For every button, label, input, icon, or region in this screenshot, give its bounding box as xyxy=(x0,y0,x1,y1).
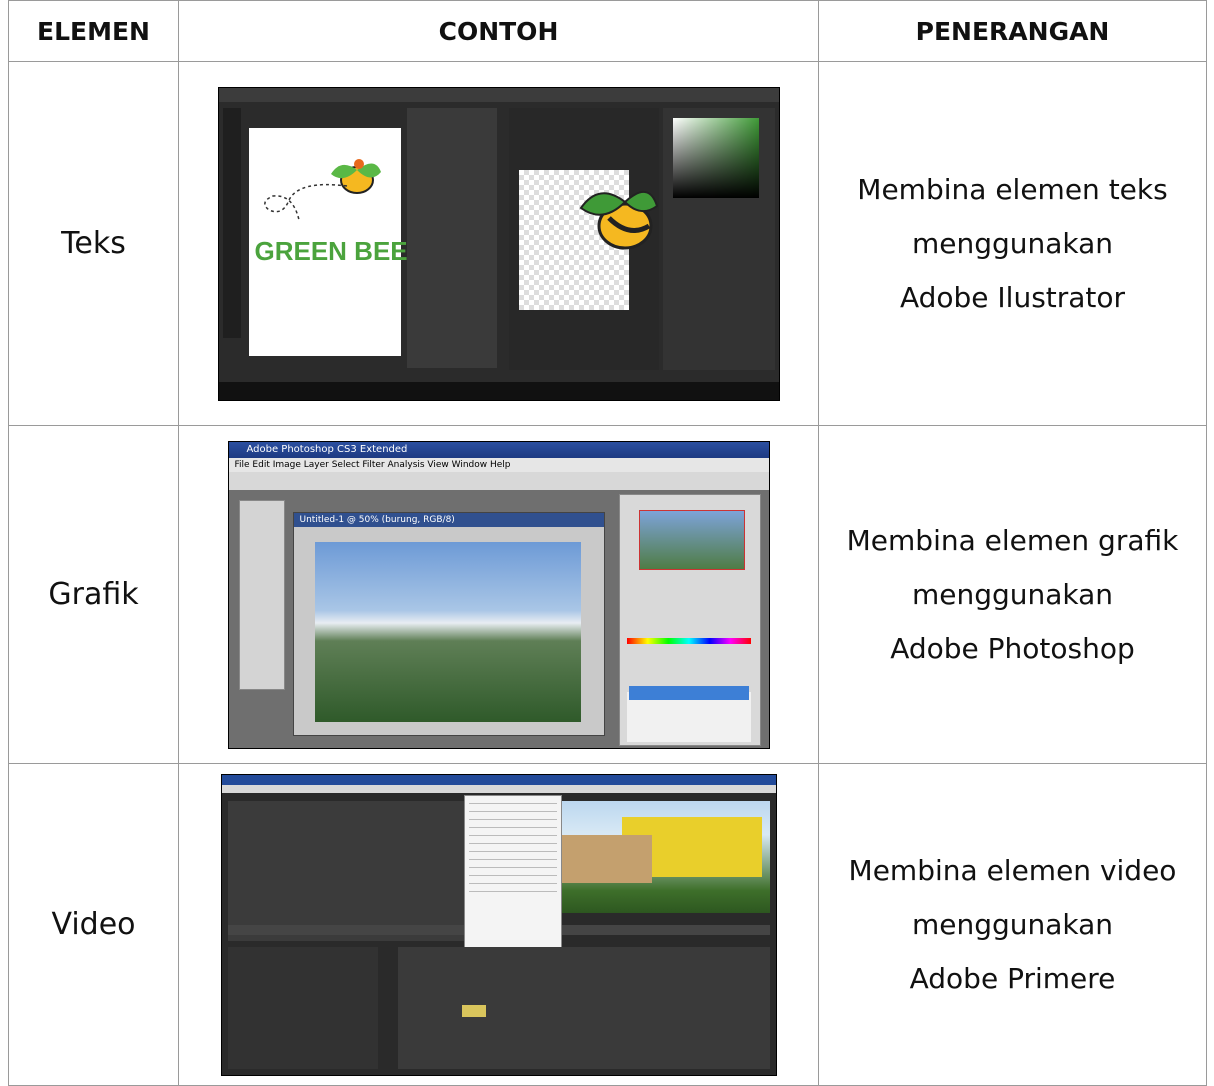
description-cell: Membina elemen video menggunakan Adobe P… xyxy=(818,763,1207,1086)
example-cell xyxy=(178,763,819,1086)
project-panel xyxy=(227,946,378,1069)
element-name: Grafik xyxy=(8,425,179,764)
window-title: Adobe Photoshop CS3 Extended xyxy=(228,441,769,458)
header-elemen: ELEMEN xyxy=(8,0,179,62)
description-cell: Membina elemen teks menggunakan Adobe Il… xyxy=(818,61,1207,426)
table-row: Teks GREEN BEE Membina elemen teks mengg… xyxy=(8,61,1207,426)
color-picker xyxy=(672,117,759,198)
color-ramp xyxy=(626,637,751,644)
scene-wall xyxy=(561,834,652,883)
table-header-row: ELEMEN CONTOH PENERANGAN xyxy=(8,0,1207,62)
header-penerangan: PENERANGAN xyxy=(818,0,1207,62)
table-row: Video Membina elemen video menggunakan A… xyxy=(8,763,1207,1086)
photoshop-screenshot: Adobe Photoshop CS3 Extended File Edit I… xyxy=(228,441,769,748)
element-name: Video xyxy=(8,763,179,1086)
bee-graphic-icon xyxy=(579,190,658,249)
menu-bar xyxy=(221,784,776,793)
element-name: Teks xyxy=(8,61,179,426)
header-contoh: CONTOH xyxy=(178,0,819,62)
selected-layer xyxy=(628,685,749,700)
navigator-thumbnail xyxy=(638,509,745,570)
source-monitor xyxy=(227,800,470,941)
description-cell: Membina elemen grafik menggunakan Adobe … xyxy=(818,425,1207,764)
premiere-screenshot xyxy=(221,774,776,1075)
example-cell: GREEN BEE xyxy=(178,61,819,426)
table-row: Grafik Adobe Photoshop CS3 Extended File… xyxy=(8,425,1207,764)
elements-table: ELEMEN CONTOH PENERANGAN Teks GREEN BEE xyxy=(8,0,1207,1086)
green-bee-logo-text: GREEN BEE xyxy=(254,235,408,266)
example-cell: Adobe Photoshop CS3 Extended File Edit I… xyxy=(178,425,819,764)
toolbox xyxy=(238,499,285,690)
tools-panel xyxy=(222,107,241,338)
menu-bar: File Edit Image Layer Select Filter Anal… xyxy=(228,457,769,472)
flight-path-icon xyxy=(263,183,347,220)
properties-panel xyxy=(406,107,497,368)
document-title: Untitled-1 @ 50% (burung, RGB/8) xyxy=(293,512,604,527)
taskbar xyxy=(218,381,779,400)
app-menubar xyxy=(218,87,779,102)
options-bar xyxy=(228,471,769,490)
timeline-panel xyxy=(397,946,770,1069)
timeline-clip xyxy=(461,1004,486,1017)
landscape-image xyxy=(314,541,581,722)
illustrator-photoshop-screenshot: GREEN BEE xyxy=(218,87,779,400)
window-title-bar xyxy=(221,774,776,785)
